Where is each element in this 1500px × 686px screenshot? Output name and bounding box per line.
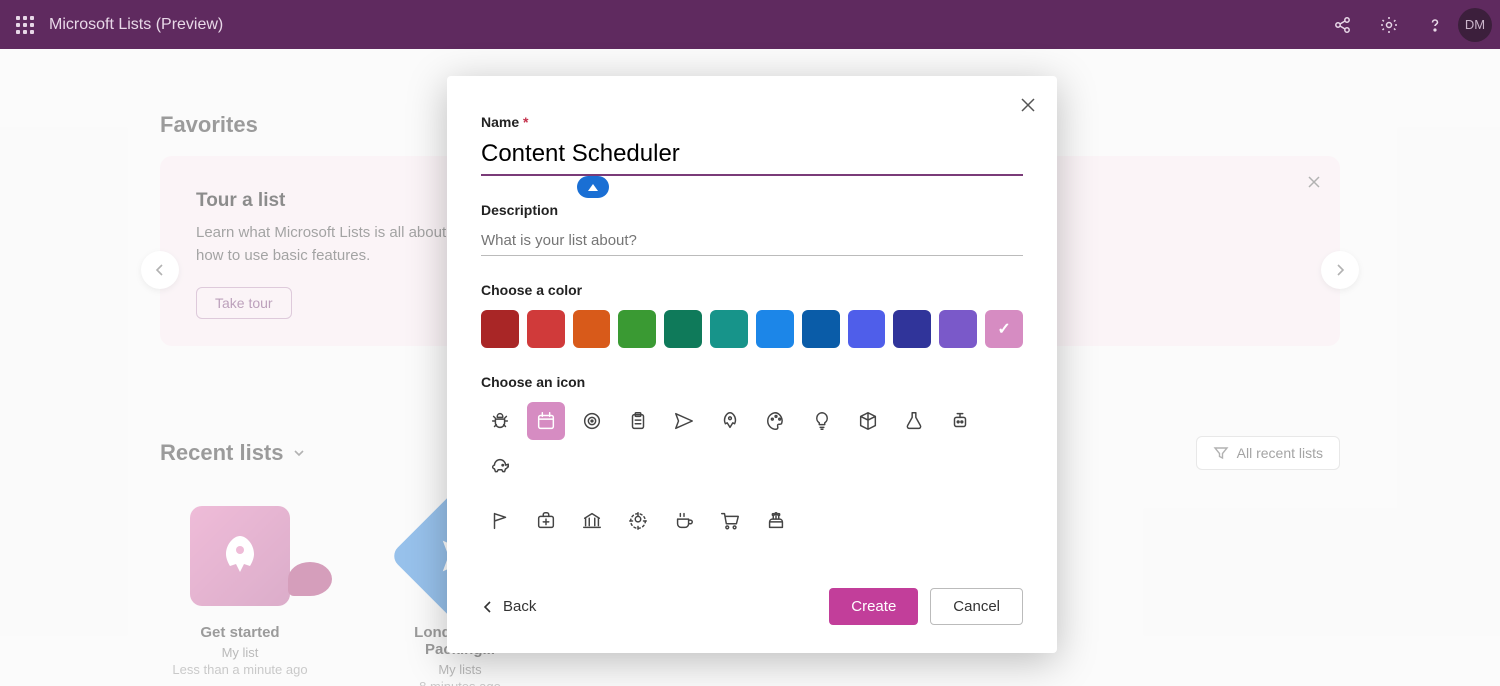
coffee-icon — [673, 510, 695, 532]
icon-option-coffee[interactable] — [665, 502, 703, 540]
name-input[interactable] — [481, 136, 1023, 176]
description-input[interactable] — [481, 226, 1023, 256]
calendar-icon — [535, 410, 557, 432]
cake-icon — [765, 510, 787, 532]
waffle-icon — [16, 16, 34, 34]
icon-option-flask[interactable] — [895, 402, 933, 440]
icon-option-piggy-bank[interactable] — [481, 448, 519, 486]
location-icon — [627, 510, 649, 532]
bank-icon — [581, 510, 603, 532]
app-title: Microsoft Lists (Preview) — [49, 16, 223, 34]
icon-option-cake[interactable] — [757, 502, 795, 540]
create-list-dialog: Name * Description Choose a color Choose… — [447, 76, 1057, 653]
icon-grid — [481, 402, 1023, 540]
color-swatch-indigo[interactable] — [848, 310, 886, 348]
text-caret-handle[interactable] — [577, 176, 609, 198]
color-swatch-dark-blue[interactable] — [802, 310, 840, 348]
flag-icon — [489, 510, 511, 532]
robot-icon — [949, 410, 971, 432]
rocket-icon — [719, 410, 741, 432]
chevron-left-icon — [481, 600, 495, 614]
choose-icon-heading: Choose an icon — [481, 374, 1023, 390]
user-avatar[interactable]: DM — [1458, 8, 1492, 42]
cart-icon — [719, 510, 741, 532]
bug-icon — [489, 410, 511, 432]
icon-option-target[interactable] — [573, 402, 611, 440]
icon-option-bank[interactable] — [573, 502, 611, 540]
close-icon — [1019, 96, 1037, 114]
cancel-button[interactable]: Cancel — [930, 588, 1023, 625]
color-swatch-dark-green[interactable] — [664, 310, 702, 348]
icon-option-plane[interactable] — [665, 402, 703, 440]
icon-option-rocket[interactable] — [711, 402, 749, 440]
color-swatch-red[interactable] — [527, 310, 565, 348]
icon-option-palette[interactable] — [757, 402, 795, 440]
color-swatch-dark-red[interactable] — [481, 310, 519, 348]
icon-option-cube[interactable] — [849, 402, 887, 440]
gear-icon — [1379, 15, 1399, 35]
top-bar: Microsoft Lists (Preview) DM — [0, 0, 1500, 49]
color-swatch-navy[interactable] — [893, 310, 931, 348]
icon-option-bug[interactable] — [481, 402, 519, 440]
icon-option-clipboard[interactable] — [619, 402, 657, 440]
plane-icon — [673, 410, 695, 432]
color-swatch-orange[interactable] — [573, 310, 611, 348]
color-swatch-green[interactable] — [618, 310, 656, 348]
color-swatch-row — [481, 310, 1023, 348]
color-swatch-pink[interactable] — [985, 310, 1023, 348]
app-launcher-button[interactable] — [0, 0, 49, 49]
icon-option-location[interactable] — [619, 502, 657, 540]
settings-button[interactable] — [1366, 0, 1412, 49]
target-icon — [581, 410, 603, 432]
clipboard-icon — [627, 410, 649, 432]
color-swatch-blue[interactable] — [756, 310, 794, 348]
description-label: Description — [481, 202, 1023, 218]
icon-option-robot[interactable] — [941, 402, 979, 440]
cube-icon — [857, 410, 879, 432]
share-button[interactable] — [1320, 0, 1366, 49]
lightbulb-icon — [811, 410, 833, 432]
dialog-close-button[interactable] — [1019, 96, 1037, 114]
icon-option-calendar[interactable] — [527, 402, 565, 440]
icon-option-first-aid[interactable] — [527, 502, 565, 540]
help-button[interactable] — [1412, 0, 1458, 49]
icon-option-lightbulb[interactable] — [803, 402, 841, 440]
create-button[interactable]: Create — [829, 588, 918, 625]
help-icon — [1425, 15, 1445, 35]
share-icon — [1333, 15, 1353, 35]
first-aid-icon — [535, 510, 557, 532]
icon-option-flag[interactable] — [481, 502, 519, 540]
color-swatch-teal[interactable] — [710, 310, 748, 348]
piggy-bank-icon — [489, 456, 511, 478]
color-swatch-purple[interactable] — [939, 310, 977, 348]
choose-color-heading: Choose a color — [481, 282, 1023, 298]
back-button[interactable]: Back — [481, 598, 536, 615]
palette-icon — [765, 410, 787, 432]
icon-option-cart[interactable] — [711, 502, 749, 540]
name-label: Name * — [481, 114, 1023, 130]
flask-icon — [903, 410, 925, 432]
